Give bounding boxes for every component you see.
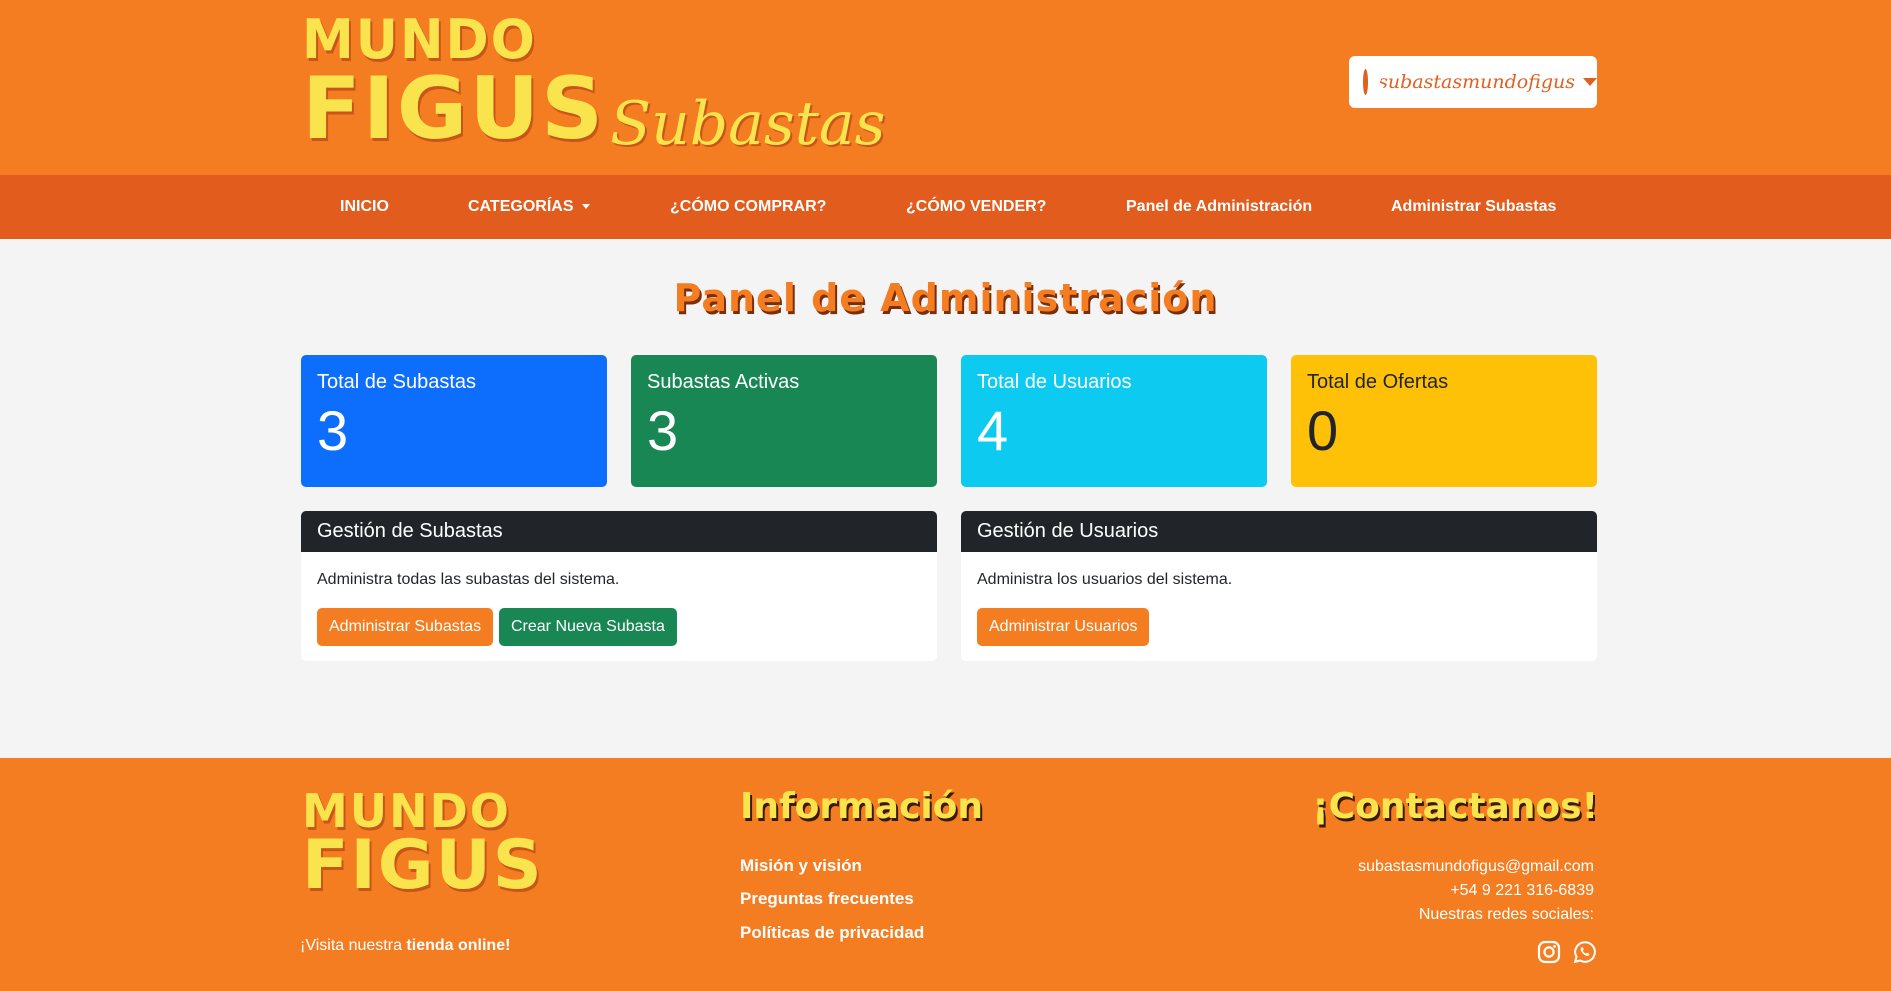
panel-gestion-usuarios: Gestión de Usuarios Administra los usuar… (961, 511, 1597, 661)
footer-logo-line-2: FIGUS (302, 826, 544, 905)
panel-description: Administra todas las subastas del sistem… (317, 571, 620, 588)
stat-value: 3 (647, 399, 679, 462)
link-preguntas-frecuentes[interactable]: Preguntas frecuentes (740, 889, 914, 909)
user-menu-button[interactable]: subastasmundofigus (1349, 56, 1597, 108)
nav-label: ¿CÓMO VENDER? (906, 198, 1047, 215)
link-politicas-privacidad[interactable]: Políticas de privacidad (740, 923, 924, 943)
panel-gestion-subastas: Gestión de Subastas Administra todas las… (301, 511, 937, 661)
stat-title: Total de Subastas (317, 371, 476, 393)
instagram-icon[interactable] (1537, 940, 1561, 964)
stat-title: Subastas Activas (647, 371, 800, 393)
user-circle-icon (1363, 69, 1385, 95)
site-header: MUNDO FIGUS Subastas subastasmundofigus (0, 0, 1891, 175)
crear-nueva-subasta-button[interactable]: Crear Nueva Subasta (499, 608, 677, 646)
nav-item-administrar-subastas[interactable]: Administrar Subastas (1391, 175, 1556, 239)
info-heading: Información (740, 786, 984, 827)
nav-item-como-comprar[interactable]: ¿CÓMO COMPRAR? (670, 175, 826, 239)
nav-label: ¿CÓMO COMPRAR? (670, 198, 827, 215)
stat-card-subastas-activas: Subastas Activas 3 (631, 355, 937, 487)
contact-email[interactable]: subastasmundofigus@gmail.com (1358, 858, 1594, 876)
main-nav: INICIO CATEGORÍAS ¿CÓMO COMPRAR? ¿CÓMO V… (0, 175, 1891, 239)
contact-heading: ¡Contactanos! (1312, 786, 1598, 827)
social-label: Nuestras redes sociales: (1418, 906, 1594, 923)
site-footer: MUNDO FIGUS ¡Visita nuestra tienda onlin… (0, 758, 1891, 991)
stat-card-total-usuarios: Total de Usuarios 4 (961, 355, 1267, 487)
username-label: subastasmundofigus (1378, 71, 1575, 93)
visit-store-text: ¡Visita nuestra tienda online! (300, 937, 510, 955)
caret-down-icon (582, 204, 591, 210)
stat-card-total-subastas: Total de Subastas 3 (301, 355, 607, 487)
stat-value: 4 (977, 399, 1009, 462)
link-mision-vision[interactable]: Misión y visión (740, 856, 862, 876)
nav-label: INICIO (340, 198, 389, 215)
caret-down-icon (1583, 78, 1597, 86)
stat-value: 0 (1307, 399, 1339, 462)
stat-card-total-ofertas: Total de Ofertas 0 (1291, 355, 1597, 487)
nav-label: Administrar Subastas (1391, 198, 1557, 215)
page-title: Panel de Administración (673, 276, 1218, 320)
panel-header: Gestión de Subastas (301, 511, 937, 552)
nav-item-categorias[interactable]: CATEGORÍAS (468, 175, 591, 239)
administrar-subastas-button[interactable]: Administrar Subastas (317, 608, 494, 646)
whatsapp-icon[interactable] (1573, 940, 1597, 964)
panel-description: Administra los usuarios del sistema. (977, 571, 1233, 588)
nav-item-como-vender[interactable]: ¿CÓMO VENDER? (906, 175, 1046, 239)
nav-label: Panel de Administración (1126, 198, 1313, 215)
site-logo[interactable]: MUNDO FIGUS Subastas (300, 13, 885, 164)
store-link[interactable]: tienda online! (406, 937, 510, 954)
panel-header: Gestión de Usuarios (961, 511, 1597, 552)
stat-title: Total de Usuarios (977, 371, 1132, 393)
stat-title: Total de Ofertas (1307, 371, 1449, 393)
stat-value: 3 (317, 399, 349, 462)
logo-line-2: FIGUS (302, 59, 606, 159)
administrar-usuarios-button[interactable]: Administrar Usuarios (977, 608, 1150, 646)
nav-item-panel-admin[interactable]: Panel de Administración (1126, 175, 1312, 239)
visit-prefix: ¡Visita nuestra (300, 937, 407, 954)
logo-subtitle: Subastas (610, 89, 886, 159)
nav-label: CATEGORÍAS (468, 198, 574, 215)
contact-phone: +54 9 221 316-6839 (1450, 882, 1594, 899)
nav-item-inicio[interactable]: INICIO (340, 175, 389, 239)
